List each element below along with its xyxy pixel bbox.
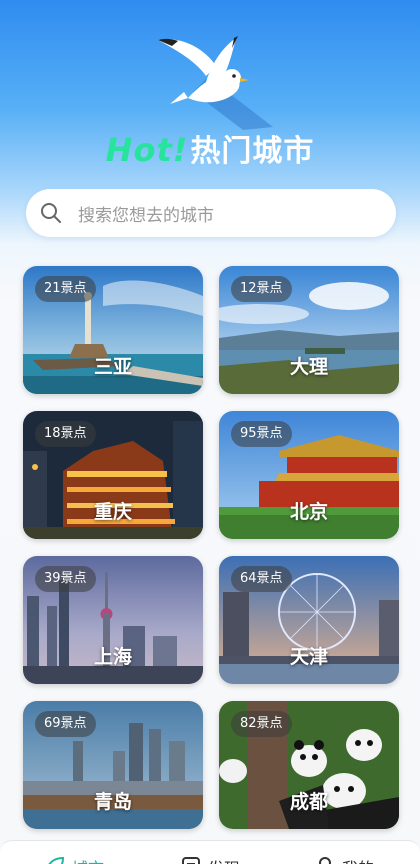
spot-count-badge: 69景点 bbox=[35, 711, 96, 737]
search-bar[interactable]: 搜索您想去的城市 bbox=[26, 189, 396, 237]
city-card-chengdu[interactable]: 82景点 成都 bbox=[219, 701, 399, 829]
spot-count-badge: 95景点 bbox=[231, 421, 292, 447]
spot-count-badge: 18景点 bbox=[35, 421, 96, 447]
city-card-chongqing[interactable]: 18景点 重庆 bbox=[23, 411, 203, 539]
city-name: 天津 bbox=[289, 646, 328, 668]
page-title: Hot!热门城市 bbox=[0, 126, 420, 170]
city-card-shanghai[interactable]: 39景点 上海 bbox=[23, 556, 203, 684]
tab-label: 城市 bbox=[72, 855, 104, 864]
search-icon bbox=[41, 203, 61, 223]
city-card-dali[interactable]: 12景点 大理 bbox=[219, 266, 399, 394]
spot-count-badge: 82景点 bbox=[231, 711, 292, 737]
spot-count-badge: 21景点 bbox=[35, 276, 96, 302]
city-card-qingdao[interactable]: 69景点 青岛 bbox=[23, 701, 203, 829]
city-card-tianjin[interactable]: 64景点 天津 bbox=[219, 556, 399, 684]
city-name: 三亚 bbox=[93, 356, 132, 378]
city-name: 大理 bbox=[289, 356, 328, 378]
title-text: 热门城市 bbox=[190, 134, 315, 169]
list-icon bbox=[182, 857, 200, 864]
tab-label: 发现 bbox=[208, 855, 240, 864]
tab-discover[interactable]: 发现 bbox=[180, 855, 240, 864]
tab-city[interactable]: 城市 bbox=[44, 855, 104, 864]
city-name: 成都 bbox=[289, 791, 328, 813]
seagull-logo-icon bbox=[158, 36, 273, 130]
search-placeholder[interactable]: 搜索您想去的城市 bbox=[78, 201, 214, 226]
person-icon bbox=[319, 857, 331, 864]
spot-count-badge: 12景点 bbox=[231, 276, 292, 302]
city-name: 重庆 bbox=[93, 501, 132, 523]
hot-label: Hot! bbox=[105, 131, 189, 169]
bottom-tab-bar: 城市 发现 我的 bbox=[0, 840, 420, 864]
city-card-beijing[interactable]: 95景点 北京 bbox=[219, 411, 399, 539]
leaf-icon bbox=[48, 856, 65, 864]
city-card-sanya[interactable]: 21景点 三亚 bbox=[23, 266, 203, 394]
tab-label: 我的 bbox=[342, 855, 374, 864]
spot-count-badge: 64景点 bbox=[231, 566, 292, 592]
city-name: 上海 bbox=[93, 646, 132, 668]
spot-count-badge: 39景点 bbox=[35, 566, 96, 592]
city-name: 青岛 bbox=[93, 791, 132, 813]
hero-header: Hot!热门城市 bbox=[0, 0, 420, 180]
city-name: 北京 bbox=[289, 501, 328, 523]
tab-mine[interactable]: 我的 bbox=[314, 855, 374, 864]
